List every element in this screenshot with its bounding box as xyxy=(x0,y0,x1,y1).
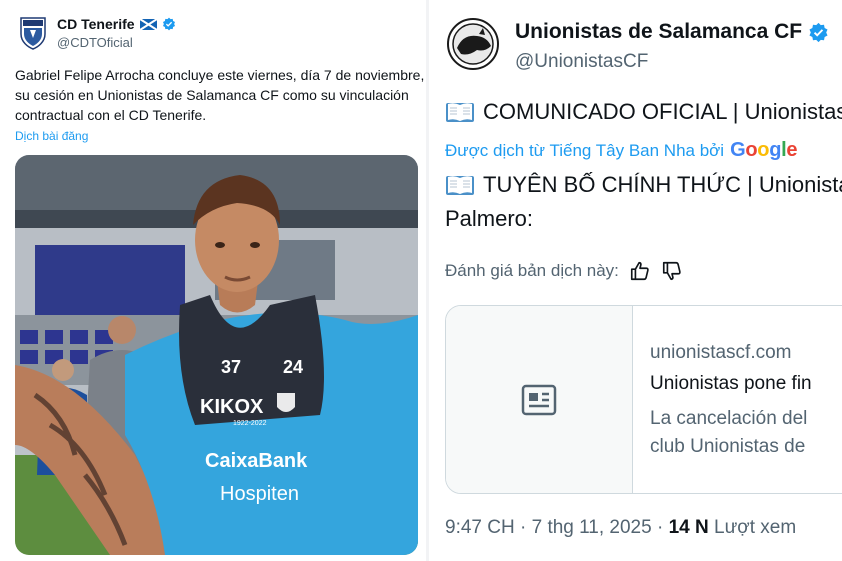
link-preview-card[interactable]: unionistascf.com Unionistas pone fin La … xyxy=(445,305,842,494)
unionistas-crest-avatar[interactable] xyxy=(447,18,499,70)
left-display-name[interactable]: CD Tenerife xyxy=(57,16,135,32)
google-letter: G xyxy=(730,139,746,161)
article-icon xyxy=(521,384,557,415)
tweet-translated-line: TUYÊN BỐ CHÍNH THỨC | Unionistas xyxy=(445,172,842,198)
card-description-line: La cancelación del xyxy=(650,408,808,429)
google-letter: g xyxy=(769,139,782,161)
club-crest-on-shirt xyxy=(277,393,295,412)
thumbs-up-icon[interactable] xyxy=(629,260,651,282)
translated-by-label: Được dịch từ Tiếng Tây Ban Nha bởi xyxy=(445,140,725,160)
cd-tenerife-crest-avatar[interactable] xyxy=(18,16,48,50)
player-training-photo[interactable]: 37 24 KIKOX 1922-2022 CaixaBank Hospiten xyxy=(15,155,418,555)
left-tweet: CD Tenerife @CDTOficial Gabriel Felipe A… xyxy=(0,0,425,561)
photo-illustration: 37 24 KIKOX 1922-2022 CaixaBank Hospiten xyxy=(15,155,418,555)
views-label: Lượt xem xyxy=(714,517,797,538)
shirt-number-right: 24 xyxy=(283,357,303,377)
sponsor-year: 1922-2022 xyxy=(233,420,267,427)
rate-translation: Đánh giá bản dịch này: xyxy=(445,260,683,282)
tweet-original-line: COMUNICADO OFICIAL | Unionistas xyxy=(445,99,842,125)
rate-translation-label: Đánh giá bản dịch này: xyxy=(445,261,619,280)
translate-post-link[interactable]: Dịch bài đăng xyxy=(15,129,88,143)
right-display-name[interactable]: Unionistas de Salamanca CF xyxy=(515,20,802,44)
google-letter: o xyxy=(745,139,758,161)
open-book-icon xyxy=(446,103,474,122)
right-handle[interactable]: @UnionistasCF xyxy=(515,51,648,73)
left-handle[interactable]: @CDTOficial xyxy=(57,35,133,50)
tweet-metadata: 9:47 CH · 7 thg 11, 2025 · 14 N Lượt xem xyxy=(445,517,796,539)
flag-icon xyxy=(139,18,157,30)
card-description: La cancelación del club Unionistas de xyxy=(650,405,807,461)
google-letter: e xyxy=(786,139,798,161)
thumbs-down-icon[interactable] xyxy=(661,260,683,282)
card-thumbnail xyxy=(446,306,633,493)
right-account-name[interactable]: Unionistas de Salamanca CF xyxy=(515,20,829,44)
google-logo: Google xyxy=(730,139,797,162)
shirt-number-left: 37 xyxy=(221,357,241,377)
tweet-text-line: Gabriel Felipe Arrocha concluye este vie… xyxy=(15,67,425,83)
tweet-text-line: contractual con el CD Tenerife. xyxy=(15,107,207,123)
tweet-translated-line-2: Palmero: xyxy=(445,206,534,231)
tweet-text-line: su cesión en Unionistas de Salamanca CF … xyxy=(15,87,409,103)
post-time[interactable]: 9:47 CH xyxy=(445,517,515,538)
right-tweet: Unionistas de Salamanca CF @UnionistasCF… xyxy=(430,0,842,561)
separator-dot: · xyxy=(656,517,664,538)
separator-dot: · xyxy=(519,517,527,538)
left-tweet-text: Gabriel Felipe Arrocha concluye este vie… xyxy=(15,65,425,125)
google-letter: o xyxy=(757,139,770,161)
sponsor-main: KIKOX xyxy=(200,396,264,418)
card-title: Unionistas pone fin xyxy=(650,373,812,394)
views-count: 14 N xyxy=(668,517,709,538)
sponsor-hospital: Hospiten xyxy=(220,483,299,505)
verified-badge-icon xyxy=(162,17,175,31)
tweet-translated-text: TUYÊN BỐ CHÍNH THỨC | Unionistas xyxy=(483,172,842,197)
panel-divider xyxy=(426,0,429,561)
verified-badge-icon xyxy=(809,22,828,42)
sponsor-bank: CaixaBank xyxy=(205,450,308,472)
post-date[interactable]: 7 thg 11, 2025 xyxy=(532,517,652,538)
translated-by-google[interactable]: Được dịch từ Tiếng Tây Ban Nha bởi Googl… xyxy=(445,139,798,162)
tweet-original-text: COMUNICADO OFICIAL | Unionistas xyxy=(483,99,842,124)
card-domain: unionistascf.com xyxy=(650,342,792,363)
card-description-line: club Unionistas de xyxy=(650,436,806,457)
open-book-icon xyxy=(446,176,474,195)
left-account-name[interactable]: CD Tenerife xyxy=(57,16,176,32)
